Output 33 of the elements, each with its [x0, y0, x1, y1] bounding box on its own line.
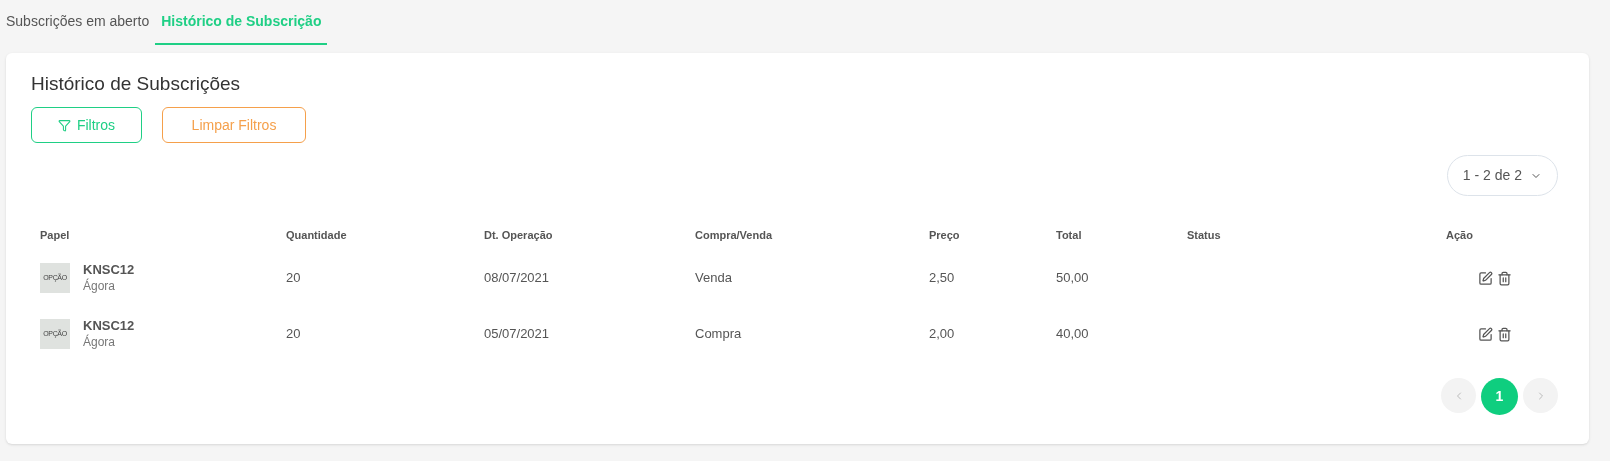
column-header: Quantidade: [286, 227, 348, 243]
table-cell-text: Venda: [695, 269, 733, 288]
column-header: Total: [1056, 227, 1083, 243]
filter-icon: [57, 118, 71, 132]
card-title: Histórico de Subscrições: [31, 72, 242, 96]
column-header: Status: [1187, 227, 1222, 243]
table-cell-text: 2,50: [929, 269, 956, 288]
clear-filters-button[interactable]: Limpar Filtros: [162, 107, 306, 143]
table-cell-text: 2,00: [929, 325, 956, 344]
table-cell-text: 40,00: [1056, 325, 1090, 344]
ticker-text: KNSC12: [83, 262, 135, 278]
column-header: Papel: [40, 227, 71, 243]
table-cell-text: 20: [286, 269, 302, 288]
tab[interactable]: Subscrições em aberto: [0, 0, 156, 45]
edit-icon[interactable]: [1478, 270, 1493, 286]
column-header: Ação: [1446, 227, 1474, 243]
column-header: Dt. Operação: [484, 227, 554, 243]
table-cell-text: Compra: [695, 325, 743, 344]
delete-icon[interactable]: [1497, 270, 1512, 286]
table-cell-text: 20: [286, 325, 302, 344]
table-cell-text: 50,00: [1056, 269, 1090, 288]
delete-icon[interactable]: [1497, 326, 1512, 342]
broker-text: Ágora: [83, 334, 117, 350]
page-button[interactable]: 1: [1481, 378, 1518, 415]
column-header: Preço: [929, 227, 961, 243]
table-cell-text: 05/07/2021: [484, 325, 551, 344]
ticker-text: KNSC12: [83, 318, 135, 334]
edit-icon[interactable]: [1478, 326, 1493, 342]
column-header: Compra/Venda: [695, 227, 774, 243]
table-cell-text: 08/07/2021: [484, 269, 551, 288]
broker-text: Ágora: [83, 278, 117, 294]
filter-button[interactable]: Filtros: [31, 107, 142, 143]
tab[interactable]: Histórico de Subscrição: [155, 0, 328, 45]
